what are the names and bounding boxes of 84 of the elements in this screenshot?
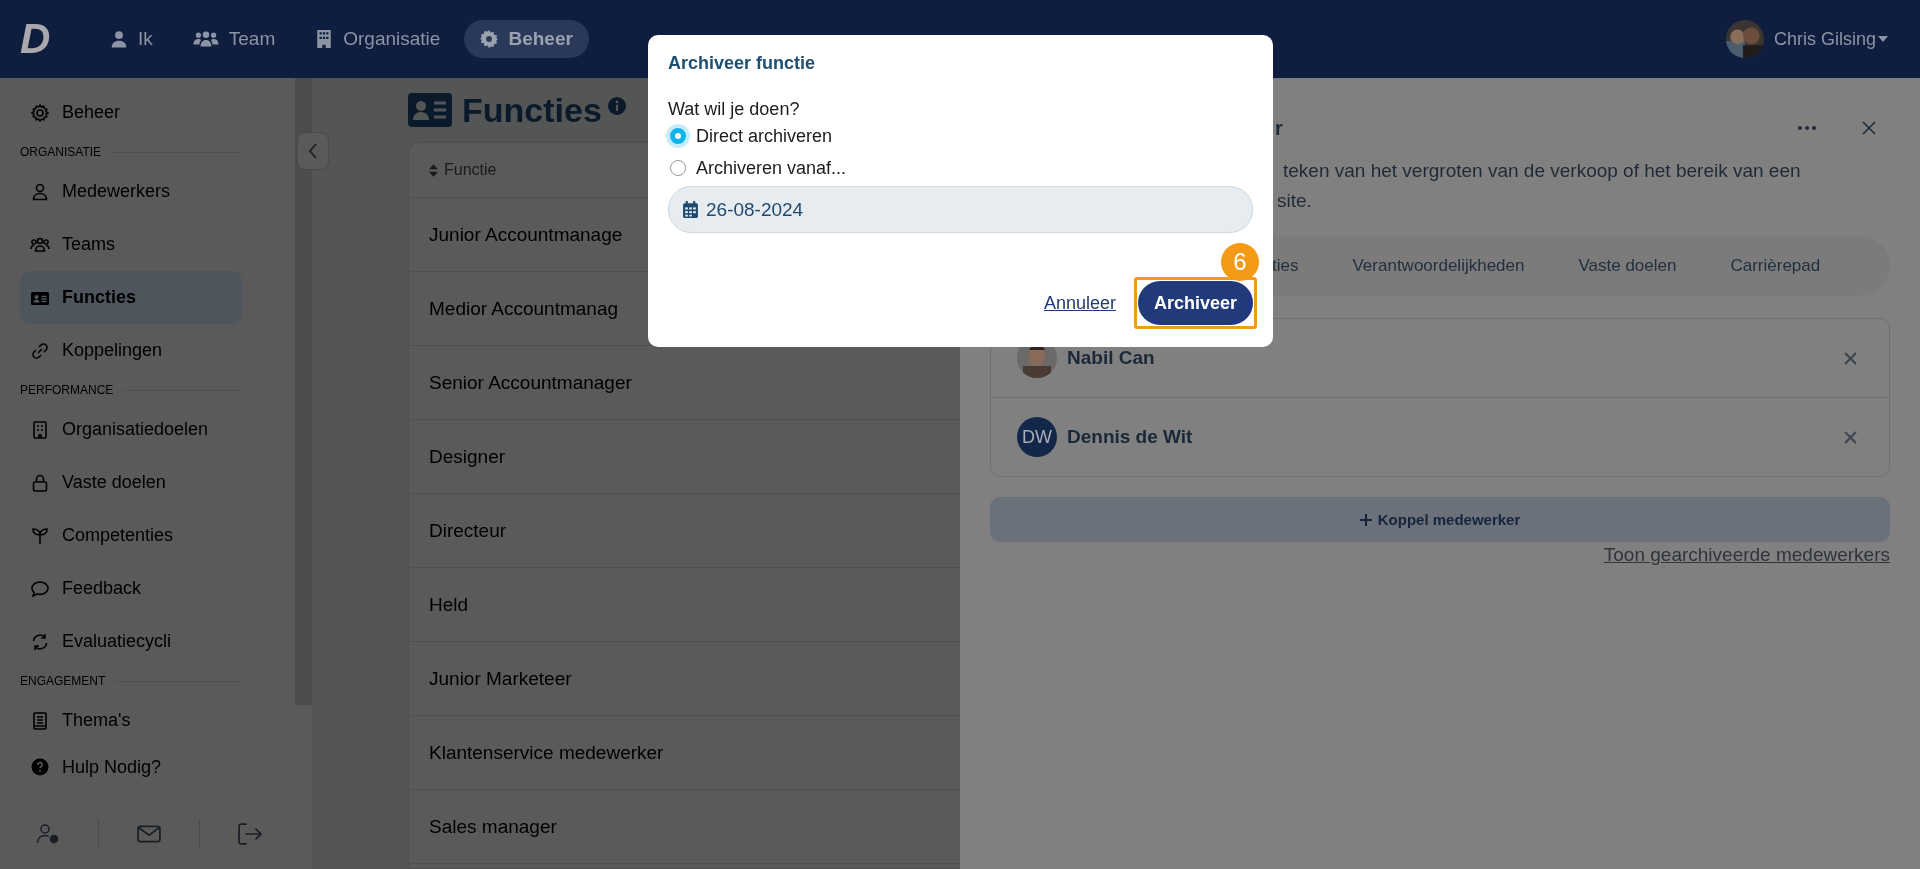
- user-icon: [110, 30, 128, 48]
- member-name[interactable]: Nabil Can: [1067, 347, 1155, 369]
- nav-tab[interactable]: Organisatie: [299, 20, 457, 58]
- help-icon: [30, 757, 50, 777]
- panel-title: r: [1275, 116, 1283, 140]
- building-icon: [315, 30, 334, 48]
- table-cell[interactable]: Directeur: [429, 519, 507, 542]
- description-text: site.: [1277, 189, 1313, 213]
- sidebar-item[interactable]: Hulp Nodig?: [20, 747, 242, 787]
- table-cell[interactable]: Medior Accountmanag: [429, 297, 619, 320]
- close-icon[interactable]: [1862, 121, 1876, 135]
- sidebar-item[interactable]: Teams: [20, 218, 242, 271]
- chat-icon: [30, 578, 50, 599]
- collapse-button[interactable]: [297, 132, 329, 170]
- table-cell[interactable]: Designer: [429, 445, 506, 468]
- sidebar-item[interactable]: Vaste doelen: [20, 456, 242, 509]
- tab[interactable]: Vaste doelen: [1578, 248, 1677, 284]
- users-icon: [192, 30, 219, 48]
- plus-icon: [1359, 513, 1372, 526]
- nav-tab[interactable]: Team: [176, 20, 292, 58]
- section-heading: ORGANISATIE: [20, 145, 102, 159]
- more-icon[interactable]: [1798, 126, 1816, 130]
- scrollbar[interactable]: [295, 78, 312, 705]
- gear-icon: [30, 102, 50, 123]
- calendar-icon: [683, 201, 698, 218]
- mail-icon[interactable]: [137, 823, 161, 845]
- building-icon: [30, 419, 50, 440]
- nav-tab[interactable]: Ik: [94, 20, 169, 58]
- logout-icon[interactable]: [238, 823, 262, 845]
- option-label[interactable]: Direct archiveren: [696, 125, 833, 147]
- sidebar-item[interactable]: Thema's: [20, 694, 242, 747]
- chevron-left-icon: [308, 143, 318, 159]
- id-card-icon: [408, 93, 452, 127]
- table-cell[interactable]: Senior Accountmanager: [429, 371, 632, 394]
- column-header[interactable]: Functie: [444, 161, 497, 179]
- page-title: Functies: [462, 90, 602, 130]
- sidebar-item[interactable]: Organisatiedoelen: [20, 403, 242, 456]
- nav-tab[interactable]: Beheer: [464, 20, 589, 58]
- tab[interactable]: ties: [1272, 248, 1299, 284]
- app-logo[interactable]: D: [20, 15, 80, 63]
- sidebar-item[interactable]: Competenties: [20, 509, 242, 562]
- user-settings-icon[interactable]: [36, 823, 60, 845]
- table-cell[interactable]: Junior Marketeer: [429, 667, 572, 690]
- date-field[interactable]: 26-08-2024: [668, 186, 1253, 233]
- section-heading: ENGAGEMENT: [20, 674, 106, 688]
- option-label[interactable]: Archiveren vanaf...: [696, 157, 847, 179]
- sidebar-item[interactable]: Functies: [20, 271, 242, 324]
- archived-link[interactable]: Toon gearchiveerde medewerkers: [1603, 544, 1890, 566]
- table-cell[interactable]: Held: [429, 593, 469, 616]
- caret-icon[interactable]: [1878, 36, 1888, 42]
- radio-button[interactable]: [670, 128, 686, 144]
- sidebar-item[interactable]: Beheer: [20, 86, 242, 139]
- sidebar-item[interactable]: Koppelingen: [20, 324, 242, 377]
- tab[interactable]: Verantwoordelijkheden: [1352, 248, 1525, 284]
- member-name[interactable]: Dennis de Wit: [1067, 426, 1193, 448]
- info-icon[interactable]: [607, 97, 626, 115]
- add-member-button[interactable]: Koppel medewerker: [990, 497, 1890, 542]
- gear-icon: [480, 30, 499, 48]
- question-label: Wat wil je doen?: [668, 99, 801, 120]
- cycle-icon: [30, 631, 50, 652]
- sprout-icon: [30, 525, 50, 546]
- user-menu[interactable]: Chris Gilsing: [1773, 28, 1876, 50]
- remove-icon[interactable]: [1844, 430, 1857, 444]
- link-icon: [30, 340, 50, 361]
- sidebar-item[interactable]: Medewerkers: [20, 165, 242, 218]
- tab[interactable]: Carrièrepad: [1730, 248, 1821, 284]
- sidebar-item[interactable]: Feedback: [20, 562, 242, 615]
- radio-button[interactable]: [670, 160, 686, 176]
- archive-button[interactable]: Archiveer: [1137, 281, 1253, 325]
- cancel-link[interactable]: Annuleer: [1043, 292, 1116, 314]
- date-value: 26-08-2024: [706, 198, 804, 221]
- dialog-title: Archiveer functie: [668, 53, 817, 75]
- table-cell[interactable]: Klantenservice medewerker: [429, 741, 664, 764]
- remove-icon[interactable]: [1844, 351, 1857, 365]
- book-icon: [30, 710, 50, 731]
- avatar: DW: [1017, 417, 1057, 457]
- lock-icon: [30, 472, 50, 493]
- sidebar-item[interactable]: Evaluatiecycli: [20, 615, 242, 668]
- description-text: teken van het vergroten van de verkoop of het bereik van een: [1283, 159, 1802, 183]
- user-icon: [30, 181, 50, 202]
- section-heading: PERFORMANCE: [20, 383, 114, 397]
- sort-icon[interactable]: [429, 163, 438, 177]
- table-cell[interactable]: Sales manager: [429, 815, 557, 838]
- table-cell[interactable]: Junior Accountmanage: [429, 223, 623, 246]
